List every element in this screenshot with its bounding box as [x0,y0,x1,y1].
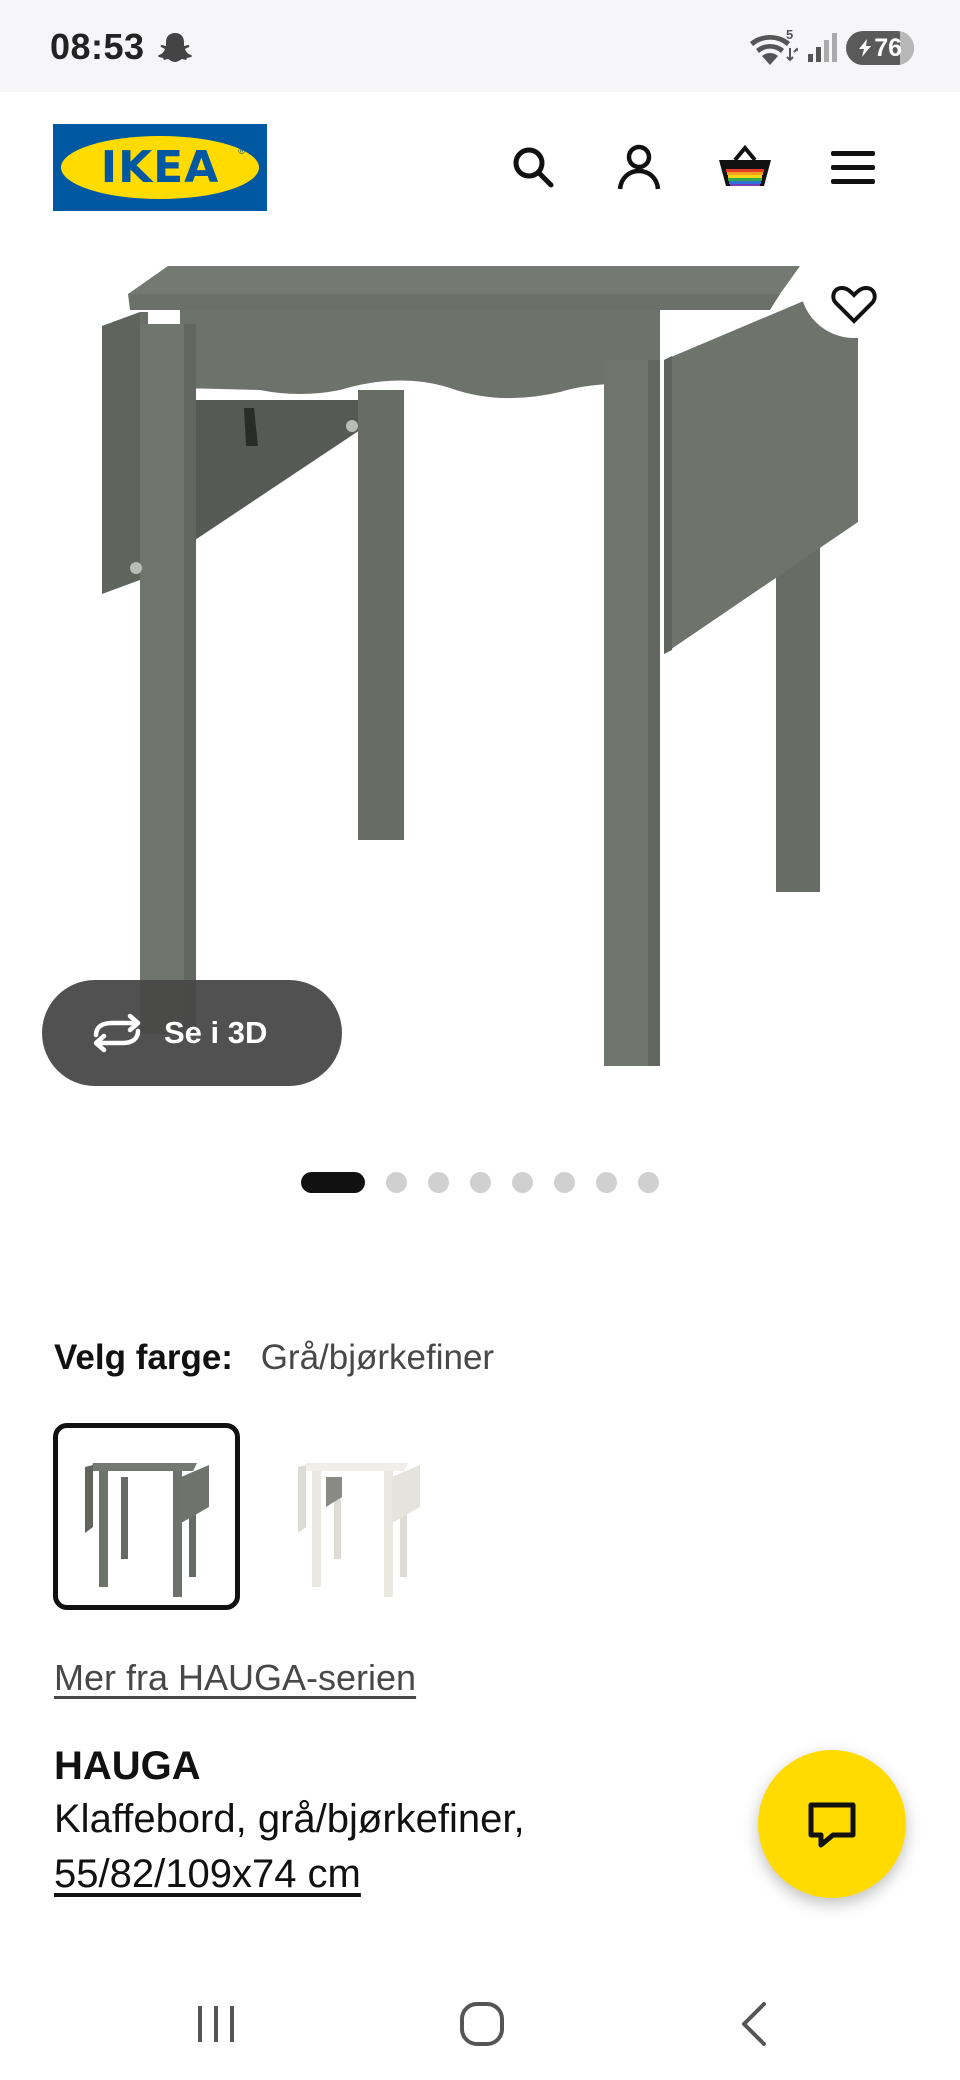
gallery-pagination [0,1170,960,1194]
pagination-dot[interactable] [386,1171,407,1193]
charging-icon [859,39,871,57]
back-button[interactable] [714,1984,794,2064]
color-swatches [53,1423,449,1610]
pagination-dot[interactable] [638,1171,659,1193]
chat-button[interactable] [758,1750,906,1898]
pagination-dot[interactable] [512,1171,533,1193]
product-gallery[interactable]: Se i 3D [0,260,960,1140]
ikea-logo[interactable]: IKEA ® [53,124,267,211]
pagination-dot[interactable] [470,1171,491,1193]
swatch-white-table-image [297,1462,420,1597]
product-description: Klaffebord, grå/bjørkefiner, [54,1797,525,1841]
cart-icon [719,144,771,186]
battery-level: 76 [874,33,902,62]
battery-indicator: 76 [846,31,914,65]
color-label: Velg farge: [54,1338,233,1377]
chat-icon [808,1802,856,1848]
product-size-link[interactable]: 55/82/109x74 cm [54,1852,361,1897]
swatch-grey-birch[interactable] [53,1423,240,1610]
snapchat-icon [158,33,192,62]
home-icon [460,2002,504,2046]
wifi-icon: 5 [750,28,798,65]
wifi-badge: 5 [786,28,793,42]
registered-mark: ® [238,146,245,156]
signal-icon [808,33,837,62]
product-name: HAUGA [54,1744,201,1788]
pagination-dot-active[interactable] [301,1171,365,1193]
logo-text: IKEA [100,142,220,193]
color-chooser-heading: Velg farge: Grå/bjørkefiner [54,1338,494,1378]
heart-icon [831,285,877,324]
back-icon [742,2002,766,2046]
recent-apps-button[interactable] [176,1984,256,2064]
system-nav-bar [0,1960,960,2080]
pagination-dot[interactable] [596,1171,617,1193]
swatch-grey-table-image [84,1462,209,1597]
home-button[interactable] [442,1984,522,2064]
pagination-dot[interactable] [554,1171,575,1193]
logo-oval: IKEA [61,136,259,199]
site-header: IKEA ® [0,92,960,260]
account-icon [617,144,661,190]
status-time: 08:53 [50,26,145,67]
cart-button[interactable] [714,136,776,198]
color-value: Grå/bjørkefiner [260,1338,495,1377]
recent-apps-icon [198,2006,234,2042]
status-bar: 08:53 5 76 [0,0,960,92]
menu-button[interactable] [822,136,884,198]
rotate-3d-icon [93,1013,141,1053]
search-icon [513,147,554,188]
view-3d-label: Se i 3D [164,1015,268,1050]
menu-icon [831,151,875,184]
swatch-white[interactable] [262,1423,449,1610]
view-3d-button[interactable]: Se i 3D [42,980,342,1086]
pagination-dot[interactable] [428,1171,449,1193]
search-button[interactable] [502,136,564,198]
series-link[interactable]: Mer fra HAUGA-serien [54,1657,416,1699]
account-button[interactable] [608,136,670,198]
